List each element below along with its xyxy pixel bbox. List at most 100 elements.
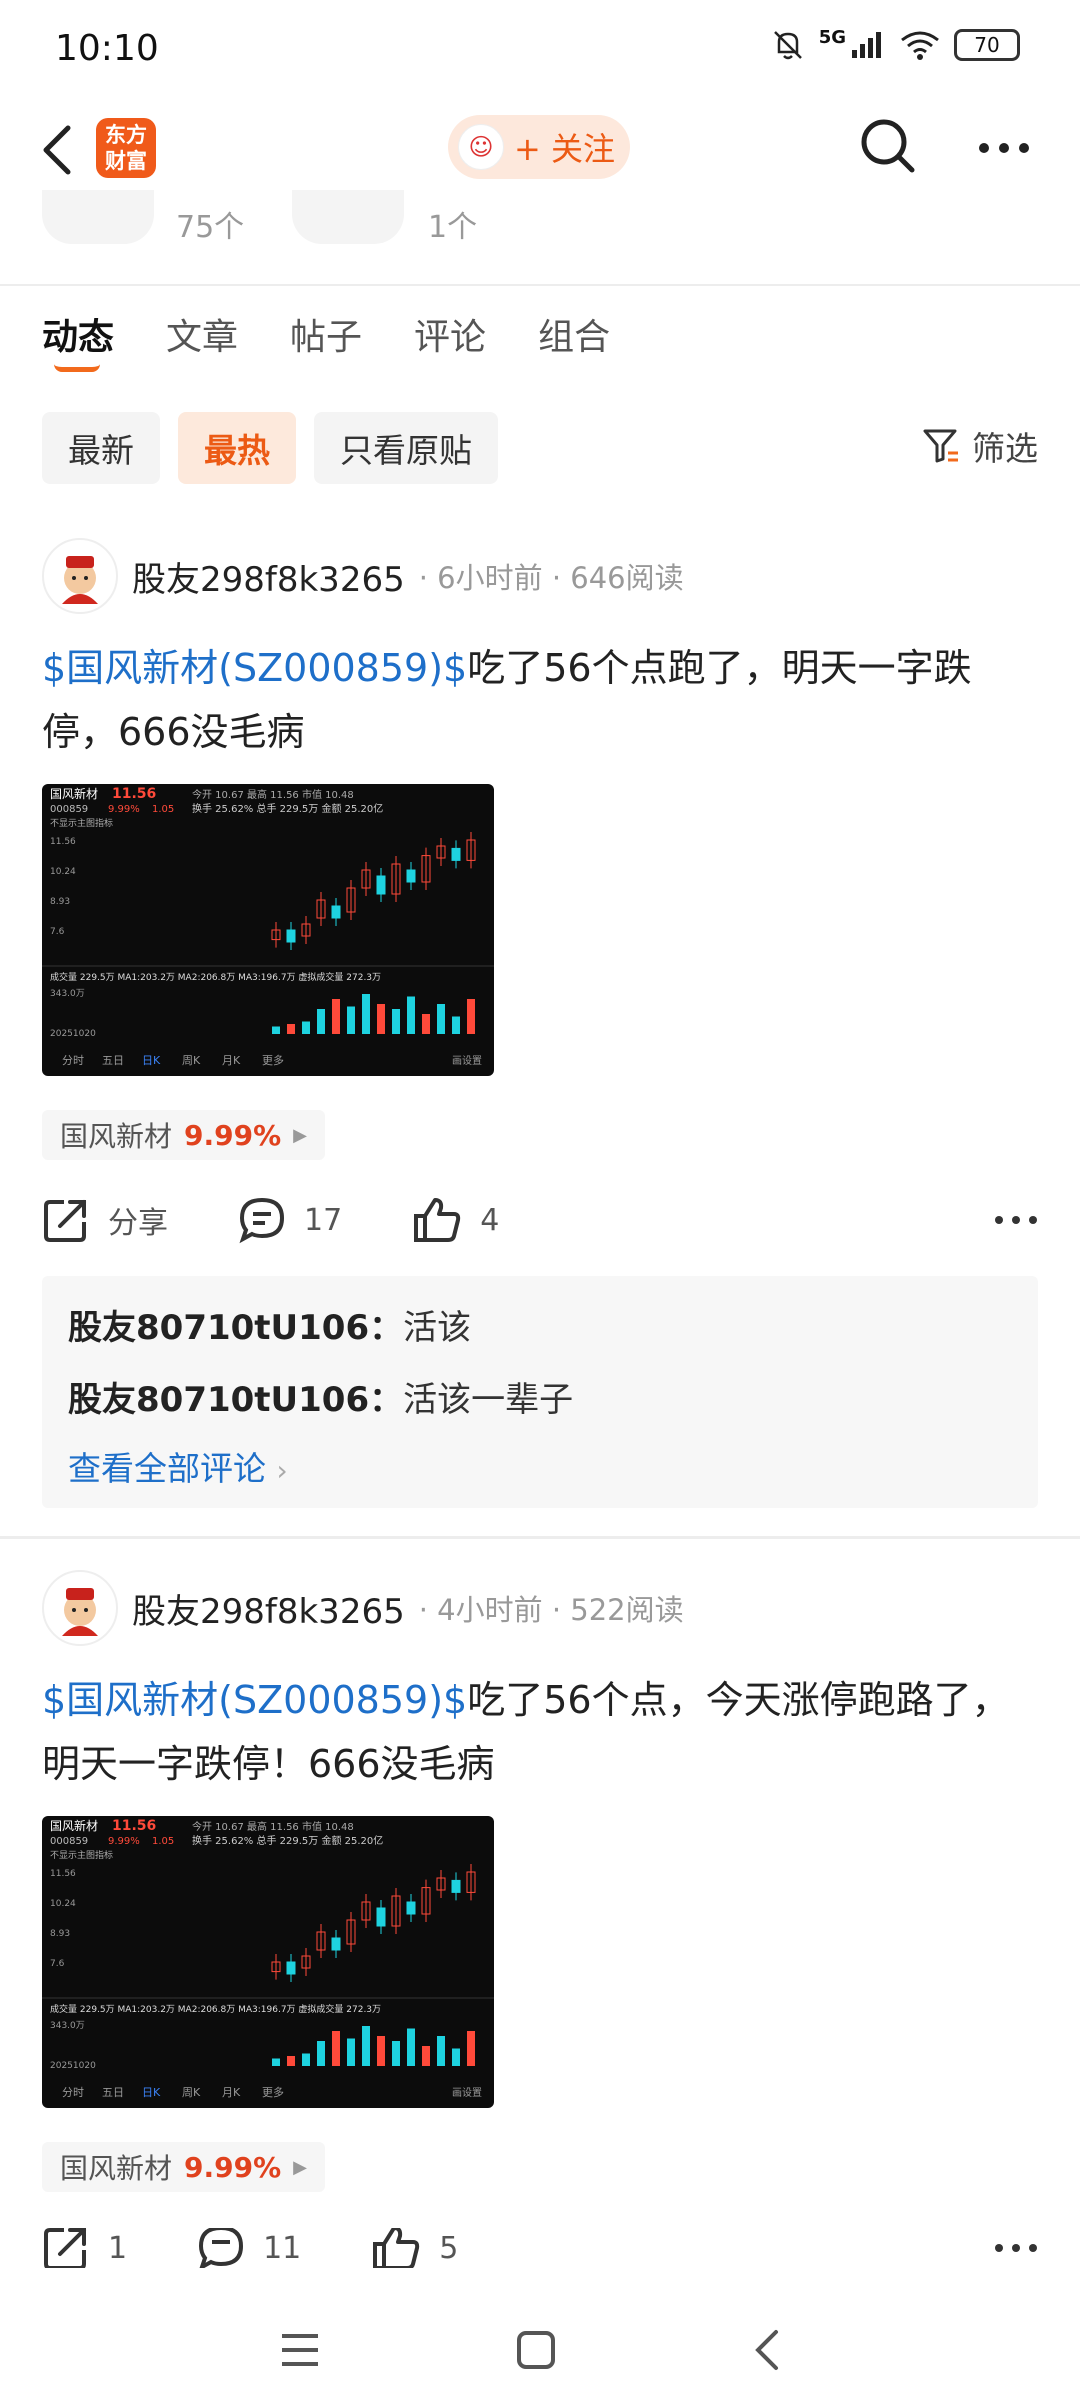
triangle-right-icon: ▶ bbox=[293, 1124, 307, 1146]
comment-button[interactable]: 17 bbox=[238, 1196, 342, 1244]
battery-level: 70 bbox=[974, 33, 1000, 57]
chart-pct: 9.99% bbox=[108, 804, 140, 815]
chart-y-label: 10.24 bbox=[50, 1899, 76, 1909]
chart-y-label: 11.56 bbox=[50, 837, 76, 847]
chart-subtitle: 不显示主图指标 bbox=[50, 817, 113, 829]
candle bbox=[406, 869, 416, 883]
more-options-icon[interactable] bbox=[976, 128, 1032, 168]
battery-icon: 70 bbox=[954, 29, 1020, 61]
chart-volume-top: 343.0万 bbox=[50, 2021, 85, 2031]
stock-link[interactable]: $国风新材(SZ000859)$ bbox=[42, 1678, 467, 1722]
candle bbox=[331, 1937, 341, 1951]
chart-header-row: 换手 25.62% 总手 229.5万 金额 25.20亿 bbox=[192, 802, 383, 815]
stat-count: 1个 bbox=[428, 210, 478, 245]
post-author-row[interactable]: 股友298f8k3265 · 4小时前 · 522阅读 bbox=[42, 1570, 684, 1646]
chart-period-tab: 分时 bbox=[62, 2086, 84, 2099]
post-actions: 1 11 5 bbox=[42, 2228, 1038, 2268]
volume-bar bbox=[422, 1014, 430, 1034]
kline-chart-image[interactable]: 国风新材 11.56 000859 9.99% 1.05 今开 10.67 最高 11.5… bbox=[42, 1816, 494, 2108]
share-icon bbox=[44, 1200, 86, 1242]
system-navigation-bar bbox=[0, 2300, 1080, 2400]
post-meta: · 4小时前 · 522阅读 bbox=[418, 1593, 684, 1627]
volume-bar bbox=[272, 2058, 280, 2066]
volume-bar bbox=[437, 1004, 445, 1034]
post-text[interactable]: $国风新材(SZ000859)$吃了56个点，今天涨停跑路了，明天一字跌停！66… bbox=[42, 1668, 1042, 1796]
follow-button[interactable]: ☺ + 关注 bbox=[448, 115, 630, 179]
chart-period-tab: 五日 bbox=[102, 2086, 124, 2099]
tab-portfolio[interactable]: 组合 bbox=[538, 308, 610, 360]
chart-period-tab: 周K bbox=[182, 2086, 201, 2099]
volume-bar bbox=[332, 2031, 340, 2066]
back-nav-icon[interactable] bbox=[752, 2328, 782, 2372]
commenter-name[interactable]: 股友80710tU106： bbox=[68, 1308, 403, 1348]
chart-date: 20251020 bbox=[50, 2061, 96, 2071]
chevron-right-icon: › bbox=[276, 1454, 288, 1487]
comment-preview-item: 股友80710tU106：活该 bbox=[68, 1300, 471, 1349]
chip-original-only[interactable]: 只看原贴 bbox=[314, 412, 498, 484]
filter-label: 筛选 bbox=[972, 429, 1038, 468]
author-name[interactable]: 股友298f8k3265 bbox=[132, 552, 405, 601]
share-button[interactable]: 分享 bbox=[42, 1196, 168, 1244]
logo-text: 东方财富 bbox=[105, 123, 147, 173]
author-name[interactable]: 股友298f8k3265 bbox=[132, 1584, 405, 1633]
chart-change: 1.05 bbox=[152, 1836, 174, 1847]
chart-y-label: 8.93 bbox=[50, 1929, 70, 1939]
share-button[interactable]: 1 bbox=[42, 2228, 127, 2268]
tab-dynamic[interactable]: 动态 bbox=[42, 308, 115, 372]
chart-period-tab: 日K bbox=[142, 2086, 161, 2099]
content-tabs: 动态 文章 帖子 评论 组合 bbox=[42, 308, 610, 372]
comment-preview-box[interactable]: 股友80710tU106：活该 股友80710tU106：活该一辈子 查看全部评… bbox=[42, 1276, 1038, 1508]
search-icon[interactable] bbox=[858, 116, 918, 176]
kline-chart-svg: 国风新材 11.56 000859 9.99% 1.05 今开 10.67 最高 11.5… bbox=[42, 1818, 494, 2099]
stat-icon-box bbox=[42, 190, 154, 244]
volume-bar bbox=[467, 2031, 475, 2066]
stock-tag[interactable]: 国风新材 9.99% ▶ bbox=[42, 2142, 325, 2192]
tab-articles[interactable]: 文章 bbox=[166, 308, 238, 360]
volume-bar bbox=[332, 999, 340, 1034]
volume-bar bbox=[302, 1021, 310, 1034]
tab-posts[interactable]: 帖子 bbox=[290, 308, 362, 360]
chart-volume-top: 343.0万 bbox=[50, 989, 85, 999]
wifi-icon bbox=[901, 31, 939, 60]
comment-text: 活该一辈子 bbox=[403, 1380, 574, 1420]
view-all-comments-link[interactable]: 查看全部评论 › bbox=[68, 1442, 288, 1490]
volume-bar bbox=[362, 994, 370, 1034]
post-text[interactable]: $国风新材(SZ000859)$吃了56个点跑了，明天一字跌停，666没毛病 bbox=[42, 636, 1042, 764]
volume-bar bbox=[422, 2046, 430, 2066]
status-bar: 10:10 5G 70 bbox=[0, 0, 1080, 100]
kline-chart-svg: 国风新材 11.56 000859 9.99% 1.05 今开 10.67 最高 11.5… bbox=[42, 786, 494, 1067]
stock-link[interactable]: $国风新材(SZ000859)$ bbox=[42, 646, 467, 690]
profile-stats-strip: 75个 1个 bbox=[0, 190, 1080, 285]
stock-tag-pct: 9.99% bbox=[184, 1118, 282, 1152]
volume-bar bbox=[407, 996, 415, 1034]
avatar bbox=[42, 538, 118, 614]
chart-period-tab: 月K bbox=[222, 2086, 241, 2099]
tab-label: 评论 bbox=[414, 317, 487, 358]
back-icon[interactable] bbox=[38, 122, 78, 178]
stat-count: 75个 bbox=[176, 210, 245, 245]
volume-bar bbox=[467, 999, 475, 1034]
tab-label: 动态 bbox=[42, 317, 115, 358]
chart-header-row: 今开 10.67 最高 11.56 市值 10.48 bbox=[192, 1820, 354, 1833]
like-button[interactable]: 4 bbox=[412, 1196, 499, 1244]
triangle-right-icon: ▶ bbox=[293, 2156, 307, 2178]
commenter-name[interactable]: 股友80710tU106： bbox=[68, 1380, 403, 1420]
divider bbox=[0, 284, 1080, 286]
chip-hottest[interactable]: 最热 bbox=[178, 412, 296, 484]
tab-comments[interactable]: 评论 bbox=[414, 308, 486, 360]
menu-icon[interactable] bbox=[280, 2332, 320, 2368]
home-icon[interactable] bbox=[516, 2330, 556, 2370]
comment-button[interactable]: 11 bbox=[197, 2228, 301, 2268]
chip-latest[interactable]: 最新 bbox=[42, 412, 160, 484]
chart-code: 000859 bbox=[50, 804, 88, 815]
user-avatar-icon: ☺ bbox=[458, 124, 504, 170]
comment-count: 11 bbox=[263, 2230, 302, 2266]
post-author-row[interactable]: 股友298f8k3265 · 6小时前 · 646阅读 bbox=[42, 538, 684, 614]
filter-button[interactable]: 筛选 bbox=[922, 422, 1038, 470]
post-more-icon[interactable] bbox=[994, 1214, 1038, 1226]
post-meta: · 6小时前 · 646阅读 bbox=[418, 561, 684, 595]
stock-tag[interactable]: 国风新材 9.99% ▶ bbox=[42, 1110, 325, 1160]
kline-chart-image[interactable]: 国风新材 11.56 000859 9.99% 1.05 今开 10.67 最高 11.5… bbox=[42, 784, 494, 1076]
like-button[interactable]: 5 bbox=[371, 2228, 458, 2268]
post-more-icon[interactable] bbox=[994, 2242, 1038, 2254]
